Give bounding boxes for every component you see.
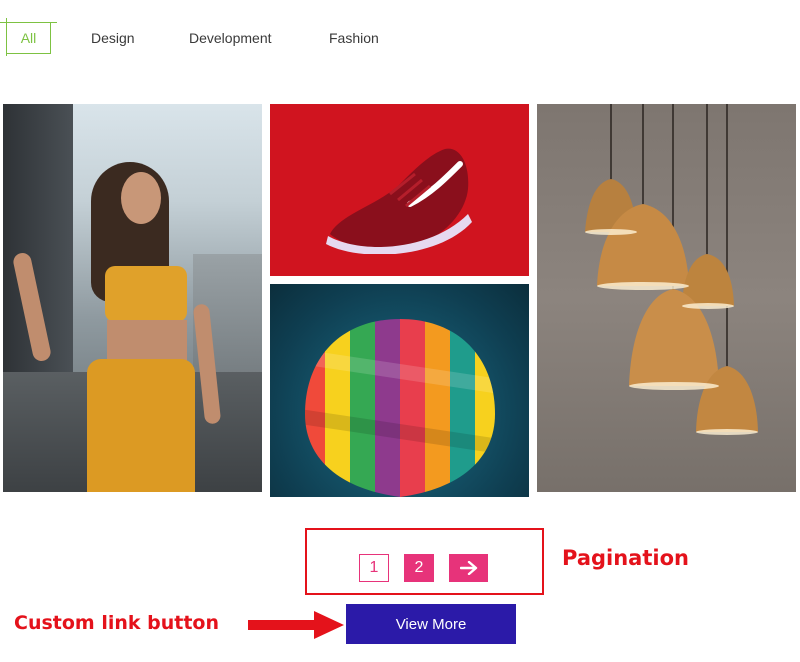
filter-tabs: All Design Development Fashion (0, 18, 379, 57)
page-button-2[interactable]: 2 (404, 554, 434, 582)
image-detail (121, 172, 161, 224)
filter-label: All (20, 30, 37, 46)
page-button-1[interactable]: 1 (359, 554, 389, 582)
custom-link-annotation: Custom link button (14, 612, 220, 634)
tab-decoration (6, 18, 7, 56)
pagination-annotation: Pagination (562, 546, 689, 570)
tab-decoration (6, 53, 51, 54)
next-page-button[interactable] (449, 554, 488, 582)
filter-tab-development[interactable]: Development (189, 30, 272, 46)
sneaker-graphic (326, 148, 472, 254)
gallery-item-woman[interactable] (3, 104, 262, 492)
filter-tab-fashion[interactable]: Fashion (329, 30, 379, 46)
tab-decoration (50, 22, 51, 54)
filter-tab-design[interactable]: Design (91, 30, 135, 46)
lamps-graphic (585, 104, 758, 435)
balloon-graphic (305, 319, 495, 497)
gallery-item-sneaker[interactable] (270, 104, 529, 276)
view-more-button[interactable]: View More (346, 604, 516, 644)
arrow-right-icon (459, 561, 477, 575)
gallery-item-balloon[interactable] (270, 284, 529, 497)
annotation-arrow-icon (248, 611, 344, 639)
filter-tab-all[interactable]: All (0, 18, 57, 56)
gallery-item-pendant-lamps[interactable] (537, 104, 796, 492)
tab-decoration (0, 22, 57, 23)
image-detail (105, 266, 187, 322)
image-detail (107, 320, 187, 364)
image-detail (87, 359, 195, 492)
